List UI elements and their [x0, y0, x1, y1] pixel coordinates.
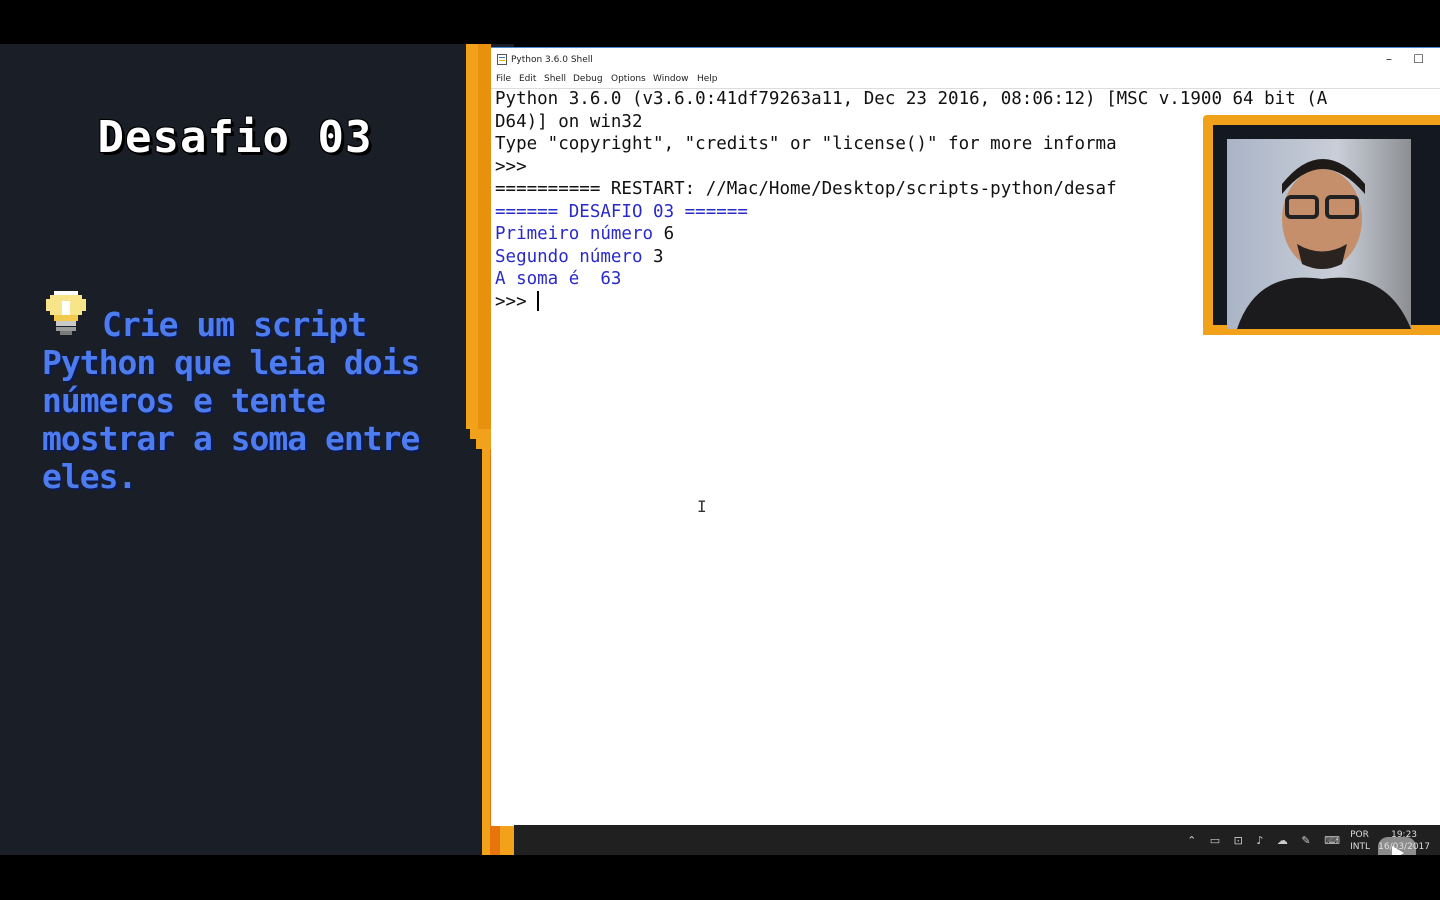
menu-file[interactable]: File	[496, 74, 511, 84]
menu-help[interactable]: Help	[697, 74, 718, 84]
ibeam-cursor-icon: I	[697, 497, 707, 516]
text-cursor	[537, 290, 540, 311]
second-number-input: 3	[653, 246, 664, 267]
maximize-button[interactable]: ☐	[1413, 52, 1424, 66]
python-file-icon	[497, 54, 507, 65]
webcam-overlay	[1203, 115, 1440, 335]
challenge-description: Crie um script Python que leia dois núme…	[42, 305, 420, 496]
menu-window[interactable]: Window	[653, 74, 689, 84]
first-number-input: 6	[663, 224, 675, 244]
sum-label: A soma é	[495, 269, 601, 289]
language-code: POR	[1350, 830, 1369, 840]
shell-line: Python 3.6.0 (v3.6.0:41df79263a11, Dec 2…	[495, 89, 1328, 109]
system-tray-icons[interactable]: ⌃ ▭ ⊡ ♪ ☁ ✎ ⌨	[1187, 834, 1345, 847]
language-indicator[interactable]: POR INTL	[1350, 829, 1370, 853]
letterbox-bottom	[0, 855, 1440, 900]
window-title: Python 3.6.0 Shell	[511, 55, 593, 65]
shell-prompt: >>>	[495, 291, 538, 312]
challenge-panel: Desafio 03 Crie um script Python que lei…	[0, 44, 475, 855]
minimize-button[interactable]: –	[1386, 52, 1392, 66]
menu-bar: File Edit Shell Debug Options Window Hel…	[491, 72, 1440, 89]
menu-shell[interactable]: Shell	[544, 74, 566, 84]
first-number-prompt: Primeiro número	[495, 224, 664, 244]
window-titlebar[interactable]: Python 3.6.0 Shell – ☐	[491, 48, 1440, 72]
menu-edit[interactable]: Edit	[519, 74, 536, 84]
windows-taskbar: ⌃ ▭ ⊡ ♪ ☁ ✎ ⌨ POR INTL 19:23 16/03/2017	[514, 825, 1440, 855]
letterbox-top	[0, 0, 1440, 44]
second-number-prompt: Segundo número	[495, 246, 654, 267]
menu-debug[interactable]: Debug	[573, 74, 603, 84]
presenter-icon	[1237, 159, 1411, 329]
sum-result: 63	[600, 269, 622, 289]
challenge-title: Desafio 03	[97, 112, 373, 163]
menu-options[interactable]: Options	[611, 74, 646, 84]
keyboard-layout: INTL	[1350, 842, 1370, 852]
webcam-frame	[1213, 125, 1440, 329]
presenter-video	[1227, 139, 1411, 329]
